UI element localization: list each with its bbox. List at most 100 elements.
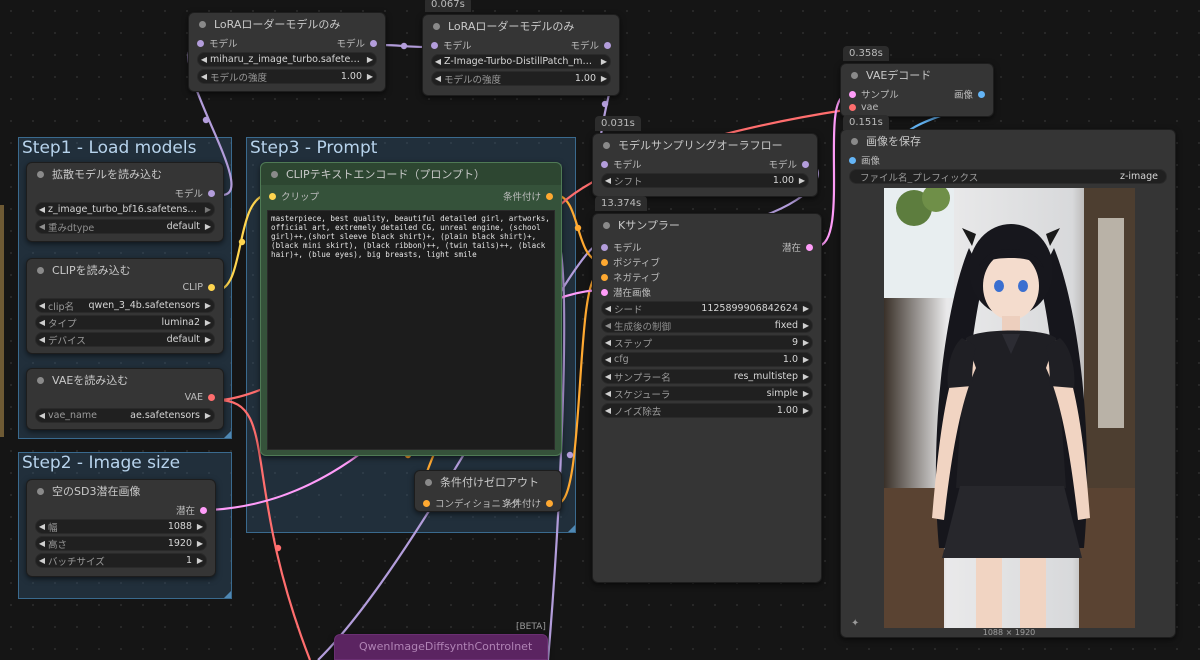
port-dot-icon[interactable] — [849, 104, 856, 111]
width-number[interactable]: ◀ 幅 1088 ▶ — [35, 519, 207, 534]
output-port-latent[interactable]: 潜在 — [176, 503, 207, 517]
collapse-dot-icon[interactable] — [425, 478, 432, 486]
port-dot-icon[interactable] — [601, 243, 608, 251]
arrow-right-icon[interactable]: ▶ — [598, 57, 610, 66]
arrow-left-icon[interactable]: ◀ — [432, 74, 444, 83]
output-port-model[interactable]: モデル — [768, 157, 809, 171]
input-port-model[interactable]: モデル — [601, 157, 642, 171]
collapse-dot-icon[interactable] — [603, 221, 610, 229]
node-header[interactable]: CLIPテキストエンコード（プロンプト） — [261, 163, 561, 185]
input-port-model[interactable]: モデル — [601, 240, 642, 254]
arrow-right-icon[interactable]: ▶ — [800, 372, 812, 381]
input-port-samples[interactable]: サンプル — [849, 87, 899, 101]
port-dot-icon[interactable] — [431, 41, 438, 49]
port-dot-icon[interactable] — [423, 499, 430, 507]
arrow-right-icon[interactable]: ▶ — [800, 338, 812, 347]
node-save-image[interactable]: 0.151s 画像を保存 画像 ファイル名_プレフィックス z-image 10… — [840, 115, 1176, 638]
arrow-left-icon[interactable]: ◀ — [36, 301, 48, 310]
port-dot-icon[interactable] — [601, 273, 608, 281]
node-header[interactable]: VAEデコード — [841, 64, 993, 86]
arrow-left-icon[interactable]: ◀ — [36, 522, 48, 531]
input-port-vae[interactable]: vae — [849, 102, 878, 113]
arrow-left-icon[interactable]: ◀ — [602, 304, 614, 313]
arrow-left-icon[interactable]: ◀ — [36, 335, 48, 344]
node-vae-decode[interactable]: 0.358s VAEデコード サンプル 画像 vae — [840, 46, 994, 117]
clip-name-combo[interactable]: ◀ clip名 qwen_3_4b.safetensors ▶ — [35, 298, 215, 313]
node-vae-loader[interactable]: VAEを読み込む VAE ◀ vae_name ae.safetensors ▶ — [26, 368, 224, 430]
collapse-dot-icon[interactable] — [851, 71, 858, 79]
node-header[interactable]: LoRAローダーモデルのみ — [423, 15, 619, 37]
port-dot-icon[interactable] — [208, 394, 215, 401]
node-ksampler[interactable]: 13.374s Kサンプラー モデル 潜在 ポジティブ ネガティブ 潜在画像 ◀… — [592, 196, 822, 583]
resize-handle[interactable] — [224, 431, 231, 438]
node-header[interactable]: 画像を保存 — [841, 130, 1175, 152]
lora-name-combo[interactable]: ◀ Z-Image-Turbo-DistillPatch_mo... ▶ — [431, 54, 611, 69]
node-lora-loader-2[interactable]: 0.067s LoRAローダーモデルのみ モデル モデル ◀ Z-Image-T… — [422, 0, 620, 96]
output-port-model[interactable]: モデル — [174, 186, 215, 200]
strength-model-slider[interactable]: ◀ モデルの強度 1.00 ▶ — [431, 71, 611, 86]
control-after-generate-combo[interactable]: ◀ 生成後の制御 fixed ▶ — [601, 318, 813, 333]
arrow-right-icon[interactable]: ▶ — [364, 55, 376, 64]
output-port-image[interactable]: 画像 — [954, 87, 985, 101]
arrow-right-icon[interactable]: ▶ — [194, 556, 206, 565]
sampler-name-combo[interactable]: ◀ サンプラー名 res_multistep ▶ — [601, 369, 813, 384]
port-dot-icon[interactable] — [978, 90, 985, 98]
node-empty-latent[interactable]: 空のSD3潜在画像 潜在 ◀ 幅 1088 ▶ ◀ 高さ 1920 ▶ ◀ バッ… — [26, 479, 216, 577]
arrow-right-icon[interactable]: ▶ — [202, 335, 214, 344]
denoise-number[interactable]: ◀ ノイズ除去 1.00 ▶ — [601, 403, 813, 418]
arrow-left-icon[interactable]: ◀ — [602, 406, 614, 415]
collapse-dot-icon[interactable] — [271, 170, 278, 178]
node-header[interactable]: 空のSD3潜在画像 — [27, 480, 215, 502]
arrow-left-icon[interactable]: ◀ — [36, 411, 48, 420]
output-port-conditioning[interactable]: 条件付け — [503, 189, 553, 203]
arrow-left-icon[interactable]: ◀ — [36, 318, 48, 327]
output-port-clip[interactable]: CLIP — [183, 282, 215, 293]
arrow-right-icon[interactable]: ▶ — [194, 539, 206, 548]
node-header[interactable]: 拡散モデルを読み込む — [27, 163, 223, 185]
output-port-vae[interactable]: VAE — [185, 392, 215, 403]
port-dot-icon[interactable] — [601, 288, 608, 296]
shift-number[interactable]: ◀ シフト 1.00 ▶ — [601, 173, 809, 188]
weight-dtype-combo[interactable]: ◀ 重みdtype default ▶ — [35, 219, 215, 234]
arrow-right-icon[interactable]: ▶ — [202, 411, 214, 420]
port-dot-icon[interactable] — [200, 506, 207, 514]
arrow-right-icon[interactable]: ▶ — [598, 74, 610, 83]
arrow-left-icon[interactable]: ◀ — [36, 539, 48, 548]
input-port-clip[interactable]: クリップ — [269, 189, 319, 203]
image-preview[interactable] — [884, 188, 1135, 628]
node-clip-text-encode[interactable]: CLIPテキストエンコード（プロンプト） クリップ 条件付け masterpie… — [260, 162, 562, 456]
port-dot-icon[interactable] — [601, 160, 608, 168]
port-dot-icon[interactable] — [601, 258, 608, 266]
output-port-model[interactable]: モデル — [570, 38, 611, 52]
scheduler-combo[interactable]: ◀ スケジューラ simple ▶ — [601, 386, 813, 401]
arrow-right-icon[interactable]: ▶ — [202, 318, 214, 327]
port-dot-icon[interactable] — [806, 243, 813, 251]
port-dot-icon[interactable] — [197, 39, 204, 47]
collapse-dot-icon[interactable] — [37, 266, 44, 274]
port-dot-icon[interactable] — [849, 90, 856, 98]
collapse-dot-icon[interactable] — [37, 487, 44, 495]
node-header[interactable]: モデルサンプリングオーラフロー — [593, 134, 817, 156]
input-port-image[interactable]: 画像 — [849, 153, 880, 167]
arrow-right-icon[interactable]: ▶ — [800, 406, 812, 415]
arrow-right-icon[interactable]: ▶ — [202, 222, 214, 231]
node-header[interactable]: LoRAローダーモデルのみ — [189, 13, 385, 35]
port-dot-icon[interactable] — [604, 41, 611, 49]
node-conditioning-zero-out[interactable]: 条件付けゼロアウト コンディショニング 条件付け — [414, 470, 562, 512]
arrow-left-icon[interactable]: ◀ — [36, 222, 48, 231]
input-port-latent-image[interactable]: 潜在画像 — [601, 285, 651, 299]
arrow-right-icon[interactable]: ▶ — [202, 205, 214, 214]
arrow-right-icon[interactable]: ▶ — [800, 355, 812, 364]
port-dot-icon[interactable] — [370, 39, 377, 47]
arrow-left-icon[interactable]: ◀ — [602, 389, 614, 398]
port-dot-icon[interactable] — [208, 284, 215, 291]
clip-type-combo[interactable]: ◀ タイプ lumina2 ▶ — [35, 315, 215, 330]
resize-handle[interactable] — [568, 525, 575, 532]
resize-handle[interactable] — [224, 591, 231, 598]
node-header[interactable]: Kサンプラー — [593, 214, 821, 236]
port-dot-icon[interactable] — [546, 499, 553, 507]
node-lora-loader-1[interactable]: LoRAローダーモデルのみ モデル モデル ◀ miharu_z_image_t… — [188, 12, 386, 92]
node-header[interactable]: CLIPを読み込む — [27, 259, 223, 281]
strength-model-slider[interactable]: ◀ モデルの強度 1.00 ▶ — [197, 69, 377, 84]
collapse-dot-icon[interactable] — [433, 22, 440, 30]
